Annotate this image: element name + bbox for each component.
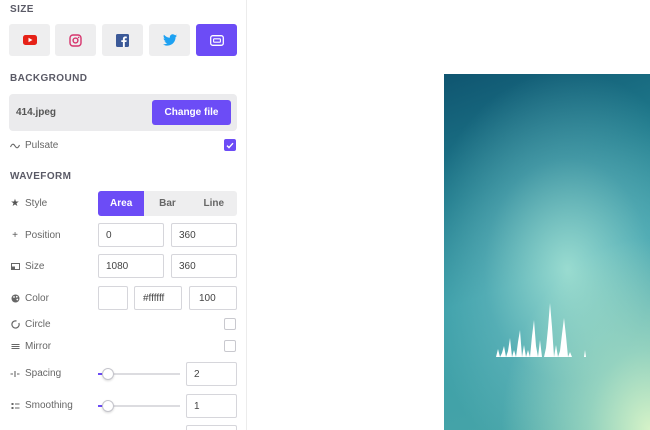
mirror-label: Mirror <box>25 341 52 352</box>
size-hd-button[interactable] <box>196 24 237 56</box>
preview-canvas[interactable] <box>444 74 650 430</box>
circle-row: Circle <box>9 319 51 330</box>
size-instagram-button[interactable] <box>55 24 96 56</box>
pulsate-row: Pulsate <box>9 140 58 151</box>
position-row: + Position <box>9 230 61 241</box>
pulsate-checkbox[interactable] <box>224 139 236 151</box>
settings-panel: SIZE BACKGROUND 414.jpeg Change file Pul… <box>0 0 247 430</box>
color-row: Color <box>9 293 49 304</box>
smoothing-label: Smoothing <box>25 400 73 411</box>
checkmark-icon <box>226 142 234 149</box>
circle-checkbox[interactable] <box>224 318 236 330</box>
change-file-button[interactable]: Change file <box>152 100 231 125</box>
style-segmented-control: Area Bar Line <box>98 191 237 216</box>
color-hex-input[interactable]: #ffffff <box>134 286 182 310</box>
spacing-label: Spacing <box>25 368 62 379</box>
position-y-input[interactable]: 360 <box>171 223 237 247</box>
color-swatch[interactable] <box>98 286 128 310</box>
size-row: Size <box>9 261 44 272</box>
background-file-box: 414.jpeg Change file <box>9 94 237 131</box>
plus-icon: + <box>12 230 18 241</box>
position-label: Position <box>25 230 61 241</box>
spacing-input[interactable]: 2 <box>186 362 237 386</box>
facebook-icon <box>116 33 129 47</box>
style-label: Style <box>25 198 48 209</box>
smoothing-slider-thumb[interactable] <box>101 400 114 412</box>
smoothing-input[interactable]: 1 <box>186 394 237 418</box>
style-row: ★ Style <box>9 198 48 209</box>
hd-icon <box>209 34 224 46</box>
spacing-row: Spacing <box>9 368 61 379</box>
size-label: Size <box>25 261 45 272</box>
circle-icon <box>9 320 21 329</box>
style-option-bar[interactable]: Bar <box>144 191 190 216</box>
size-facebook-button[interactable] <box>102 24 143 56</box>
spacing-icon <box>9 370 21 378</box>
background-file-name: 414.jpeg <box>16 107 57 118</box>
color-label: Color <box>25 293 49 304</box>
spacing-slider[interactable] <box>98 368 180 380</box>
youtube-icon <box>22 35 37 45</box>
instagram-icon <box>69 33 82 47</box>
spacing-slider-thumb[interactable] <box>101 368 114 380</box>
size-youtube-button[interactable] <box>9 24 50 56</box>
style-option-line[interactable]: Line <box>191 191 237 216</box>
size-width-input[interactable]: 1080 <box>98 254 164 278</box>
background-section-title: BACKGROUND <box>10 73 88 84</box>
style-option-area[interactable]: Area <box>98 191 145 216</box>
resize-icon <box>9 263 21 270</box>
mirror-checkbox[interactable] <box>224 340 236 352</box>
wave-icon <box>9 143 21 149</box>
next-input-partial[interactable] <box>186 425 237 430</box>
palette-icon <box>9 294 21 303</box>
smoothing-icon <box>9 402 21 410</box>
star-icon: ★ <box>10 198 20 209</box>
mirror-row: Mirror <box>9 341 51 352</box>
color-opacity-input[interactable]: 100 <box>189 286 237 310</box>
smoothing-slider[interactable] <box>98 400 180 412</box>
size-section-title: SIZE <box>10 4 34 15</box>
waveform-preview <box>494 303 588 357</box>
pulsate-label: Pulsate <box>25 140 59 151</box>
circle-label: Circle <box>25 319 51 330</box>
size-twitter-button[interactable] <box>149 24 190 56</box>
mirror-icon <box>9 342 21 351</box>
twitter-icon <box>162 34 177 46</box>
smoothing-row: Smoothing <box>9 400 73 411</box>
position-x-input[interactable]: 0 <box>98 223 164 247</box>
size-height-input[interactable]: 360 <box>171 254 237 278</box>
waveform-section-title: WAVEFORM <box>10 171 72 182</box>
